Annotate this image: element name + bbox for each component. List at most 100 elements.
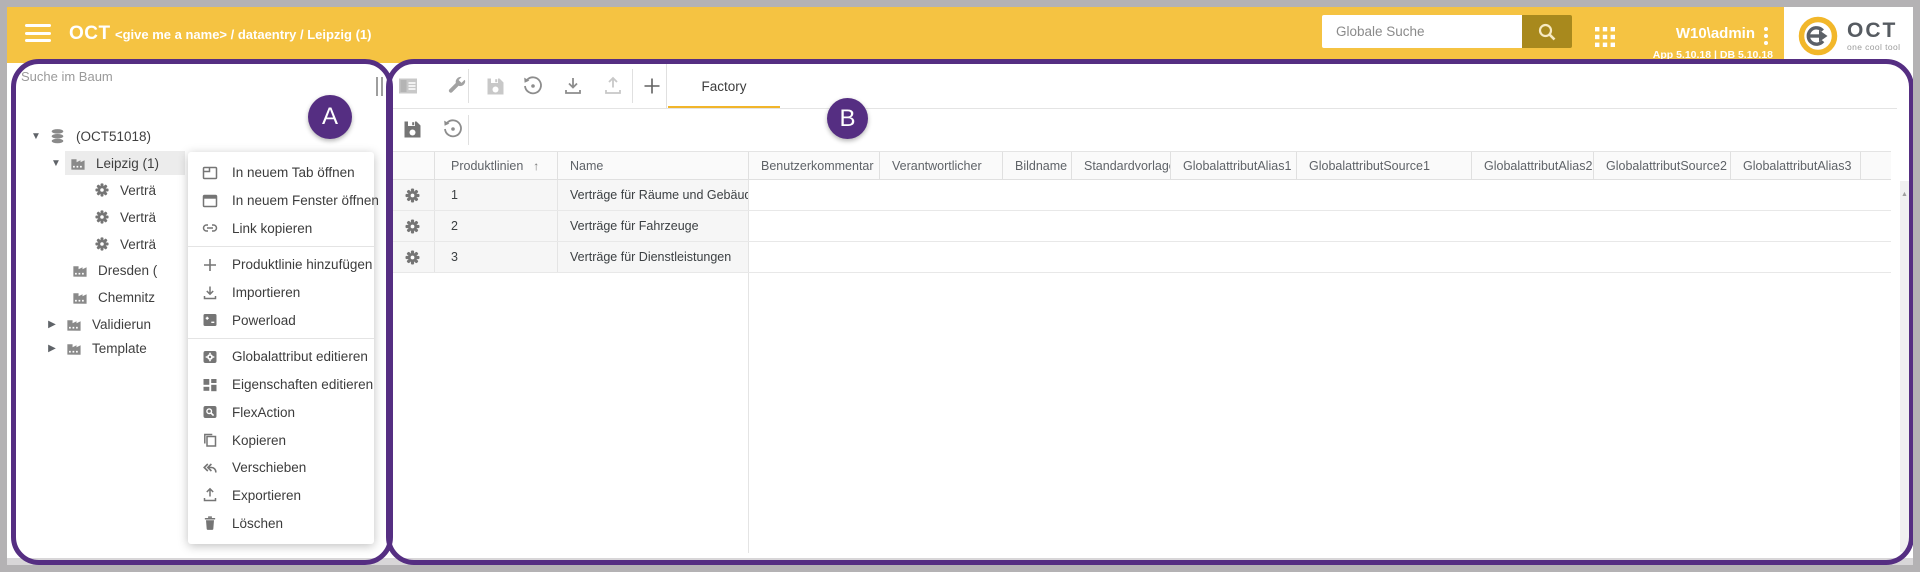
tab-factory[interactable]: Factory [668,63,780,109]
kebab-menu-icon[interactable] [1760,24,1772,48]
caret-down-icon[interactable]: ▼ [31,131,41,142]
table-cell-empty[interactable] [1171,180,1297,210]
table-cell-empty[interactable] [880,211,1003,241]
menu-item-open-new-window[interactable]: In neuem Fenster öffnen [188,187,374,215]
table-header-benutzerkommentar[interactable]: Benutzerkommentar [749,152,880,179]
table-cell-empty[interactable] [1003,211,1072,241]
table-header-verantwortlicher[interactable]: Verantwortlicher [880,152,1003,179]
menu-item-edit-properties[interactable]: Eigenschaften editieren [188,371,374,399]
table-cell-empty[interactable] [1003,242,1072,272]
wrench-button[interactable] [444,73,470,99]
form-view-button[interactable] [395,73,421,99]
table-cell-id[interactable]: 2 [435,211,558,241]
user-name[interactable]: W10\admin [1647,25,1755,42]
tree-item-productline-2[interactable]: Verträ [94,206,156,228]
save-button-disabled[interactable] [482,73,508,99]
table-header-globalattributalias3[interactable]: GlobalattributAlias3 [1731,152,1861,179]
table-row[interactable]: 3 Verträge für Dienstleistungen [391,242,1891,273]
table-header-globalattributsource1[interactable]: GlobalattributSource1 [1297,152,1472,179]
row-actions-cell[interactable] [391,180,435,210]
table-cell-id[interactable]: 3 [435,242,558,272]
table-cell-empty[interactable] [1731,180,1861,210]
table-cell-empty[interactable] [1003,180,1072,210]
table-cell-empty[interactable] [1171,242,1297,272]
history-button[interactable] [520,73,546,99]
add-tab-button[interactable] [639,73,665,99]
table-cell-id[interactable]: 1 [435,180,558,210]
table-row[interactable]: 1 Verträge für Räume und Gebäude [391,180,1891,211]
tree-item-productline-1[interactable]: Verträ [94,179,156,201]
table-header-standardvorlage[interactable]: Standardvorlage [1072,152,1171,179]
menu-item-import[interactable]: Importieren [188,279,374,307]
menu-item-add-productline[interactable]: Produktlinie hinzufügen [188,251,374,279]
menu-item-edit-global-attribute[interactable]: Globalattribut editieren [188,343,374,371]
menu-item-move[interactable]: Verschieben [188,454,374,482]
table-cell-empty[interactable] [1594,180,1731,210]
table-cell-empty[interactable] [749,242,880,272]
table-cell-empty[interactable] [1731,211,1861,241]
table-header-bildname[interactable]: Bildname [1003,152,1072,179]
table-cell-empty[interactable] [1297,242,1472,272]
table-cell-name[interactable]: Verträge für Dienstleistungen [558,242,749,272]
table-cell-empty[interactable] [1297,211,1472,241]
tree-item-validierung[interactable]: ▶ Validierun [47,313,151,335]
table-cell-empty[interactable] [1072,211,1171,241]
table-header-globalattributsource2[interactable]: GlobalattributSource2 [1594,152,1731,179]
apps-grid-icon[interactable] [1593,23,1617,47]
caret-down-icon[interactable]: ▼ [51,158,61,169]
table-cell-empty[interactable] [1297,180,1472,210]
global-search-input[interactable]: Globale Suche [1322,15,1522,48]
table-cell-name[interactable]: Verträge für Räume und Gebäude [558,180,749,210]
tree-search-input[interactable]: Suche im Baum [21,69,113,84]
menu-item-export[interactable]: Exportieren [188,482,374,510]
table-history-button[interactable] [440,116,466,142]
table-cell-empty[interactable] [880,242,1003,272]
panel-splitter-handle[interactable] [376,77,383,96]
tree-item-leipzig[interactable]: ▼ Leipzig (1) [51,152,159,174]
scroll-up-icon[interactable]: ▲ [1900,191,1909,198]
table-cell-empty[interactable] [749,180,880,210]
search-icon [1536,21,1558,43]
frozen-column-border [748,273,749,553]
table-cell-empty[interactable] [1472,211,1594,241]
tree-item-productline-3[interactable]: Verträ [94,233,156,255]
menu-item-copy[interactable]: Kopieren [188,426,374,454]
table-cell-empty[interactable] [1072,242,1171,272]
menu-icon[interactable] [25,24,51,46]
table-header-globalattributalias2[interactable]: GlobalattributAlias2 [1472,152,1594,179]
tree-item-template[interactable]: ▶ Template [47,337,147,359]
vertical-scrollbar[interactable]: ▲ [1900,181,1909,552]
upload-button-disabled[interactable] [600,73,626,99]
table-cell-empty[interactable] [1072,180,1171,210]
tree-item-dresden[interactable]: Dresden ( [71,259,157,281]
breadcrumb[interactable]: <give me a name> / dataentry / Leipzig (… [115,27,371,42]
download-button[interactable] [560,73,586,99]
row-actions-cell[interactable] [391,242,435,272]
table-header-name[interactable]: Name [558,152,749,179]
menu-item-flexaction[interactable]: FlexAction [188,399,374,427]
menu-item-delete[interactable]: Löschen [188,509,374,537]
menu-item-powerload[interactable]: Powerload [188,306,374,334]
table-cell-empty[interactable] [1472,242,1594,272]
table-cell-name[interactable]: Verträge für Fahrzeuge [558,211,749,241]
table-cell-empty[interactable] [1171,211,1297,241]
caret-right-icon[interactable]: ▶ [47,319,57,330]
table-cell-empty[interactable] [749,211,880,241]
global-search-button[interactable] [1522,15,1572,48]
table-cell-empty[interactable] [1594,211,1731,241]
table-cell-empty[interactable] [1594,242,1731,272]
table-cell-empty[interactable] [880,180,1003,210]
row-actions-cell[interactable] [391,211,435,241]
annotation-label-b: B [827,98,868,139]
table-save-button[interactable] [399,116,425,142]
tree-item-root[interactable]: ▼ (OCT51018) [31,125,151,147]
table-row[interactable]: 2 Verträge für Fahrzeuge [391,211,1891,242]
caret-right-icon[interactable]: ▶ [47,343,57,354]
table-header-produktlinien[interactable]: Produktlinien↑ [435,152,558,179]
table-cell-empty[interactable] [1731,242,1861,272]
menu-item-open-new-tab[interactable]: In neuem Tab öffnen [188,159,374,187]
menu-item-copy-link[interactable]: Link kopieren [188,214,374,242]
table-cell-empty[interactable] [1472,180,1594,210]
tree-item-chemnitz[interactable]: Chemnitz [71,286,155,308]
table-header-globalattributalias1[interactable]: GlobalattributAlias1 [1171,152,1297,179]
